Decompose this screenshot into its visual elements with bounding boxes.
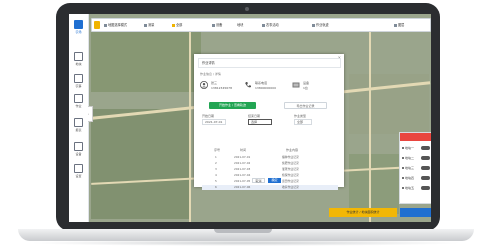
nav-item-device[interactable]: 设备 (69, 142, 88, 156)
map-field (91, 109, 191, 219)
toolbar-item[interactable]: 测量 (144, 19, 154, 31)
cancel-button[interactable]: 取消 (252, 178, 265, 183)
end-date-field[interactable]: 选择 (248, 119, 272, 125)
farm-icon (74, 20, 83, 29)
legend-panel: 地块一 地块二 地块三 地块四 地块五 (399, 132, 431, 204)
webcam (245, 7, 249, 11)
info-card-device: 设备 1台 (292, 80, 332, 94)
legend-row[interactable]: 地块四 (402, 175, 431, 181)
nav-item-work[interactable]: 作业 (69, 94, 88, 108)
toggle-switch[interactable] (421, 156, 430, 160)
bullet-icon (402, 147, 404, 149)
confirm-button[interactable]: 确定 (268, 178, 281, 183)
work-detail-modal: × 作业详情 作业信息 / 详情 张三 13812345678 联系电话 138… (194, 54, 344, 190)
farming-icon (74, 74, 83, 83)
app-logo (94, 21, 100, 29)
start-date-field[interactable]: 2021-07-01 (202, 119, 226, 125)
legend-row[interactable]: 地块二 (402, 155, 431, 161)
toolbar-item[interactable]: 作业轨迹 (312, 19, 329, 31)
device-icon (74, 142, 83, 151)
bullet-icon (402, 167, 404, 169)
legend-row[interactable]: 地块五 (402, 185, 431, 191)
nav-item-report[interactable]: 报表 (69, 118, 88, 132)
work-icon (74, 94, 83, 103)
modal-title: 作业详情 (198, 58, 341, 68)
legend-row[interactable]: 地块一 (402, 145, 431, 151)
device-icon (212, 23, 215, 27)
info-card-phone: 联系电话 13800000000 (244, 80, 284, 94)
export-button[interactable]: 导出作业记录 (284, 102, 327, 109)
bullet-icon (402, 187, 404, 189)
type-select[interactable]: 全部 (294, 119, 312, 125)
plot-icon (74, 52, 83, 61)
info-card-user: 张三 13812345678 (200, 80, 240, 94)
legend-row[interactable]: 地块三 (402, 165, 431, 171)
modal-subtitle: 作业信息 / 详情 (200, 72, 221, 76)
table-row[interactable]: 3 2021-07-03 灌溉作业记录 (202, 167, 338, 172)
table-row[interactable]: 2 2021-07-02 施肥作业记录 (202, 161, 338, 166)
nav-item-settings[interactable]: 设置 (69, 164, 88, 178)
activity-icon (262, 23, 265, 27)
map-road (369, 32, 371, 222)
toggle-switch[interactable] (421, 176, 430, 180)
sidebar-nav: 农场 地块 农事 作业 报表 设备 设置 (69, 14, 89, 222)
settings-icon (74, 164, 83, 173)
toolbar-item[interactable]: 农事活动 (262, 19, 279, 31)
pin-icon (172, 23, 175, 27)
field-label: 结束日期 (248, 114, 261, 118)
nav-item-farming[interactable]: 农事 (69, 74, 88, 88)
report-icon (74, 118, 83, 127)
toggle-switch[interactable] (421, 166, 430, 170)
toggle-switch[interactable] (421, 146, 430, 150)
table-row[interactable]: 1 2021-07-01 播种作业记录 (202, 155, 338, 160)
table-header: 序号 (214, 148, 221, 152)
start-work-button[interactable]: 开始作业 / 查看轨迹 (209, 102, 256, 109)
phone-icon (245, 82, 251, 88)
toggle-switch[interactable] (421, 186, 430, 190)
user-icon (200, 81, 208, 89)
bullet-icon (402, 157, 404, 159)
layers-icon (394, 23, 397, 27)
toolbar-item[interactable]: 地图选择模式 (104, 19, 127, 31)
ruler-icon (144, 23, 147, 27)
toolbar-item[interactable]: 地块 (237, 19, 243, 31)
nav-item-plot[interactable]: 地块 (69, 52, 88, 66)
statistics-toggle-button[interactable] (400, 208, 431, 217)
nav-item-farm[interactable]: 农场 (69, 20, 88, 34)
toolbar-item[interactable]: 设备 (212, 19, 222, 31)
table-header: 时间 (240, 148, 247, 152)
track-icon (312, 23, 315, 27)
legend-panel-header (400, 133, 431, 141)
map-icon (104, 23, 107, 27)
toolbar-item[interactable]: 全部 (172, 19, 182, 31)
map-field (349, 154, 399, 214)
table-row[interactable]: 6 2021-07-06 收获作业记录 (202, 185, 338, 190)
device-icon (292, 82, 300, 88)
app-screen: 农场 地块 农事 作业 报表 设备 设置 ‹ 地图选择模式 测量 全部 设备 地… (69, 14, 431, 222)
bullet-icon (402, 177, 404, 179)
map-road (189, 32, 191, 222)
table-header: 作业内容 (286, 148, 299, 152)
map-field (91, 32, 201, 92)
laptop-notch (214, 229, 272, 233)
statistics-bar[interactable]: 作业统计 / 地块面积统计 (329, 208, 397, 217)
toolbar-item[interactable]: 图层 (394, 19, 404, 31)
field-label: 作业类型 (294, 114, 307, 118)
sidebar-collapse-button[interactable]: ‹ (88, 106, 93, 122)
top-toolbar: 地图选择模式 测量 全部 设备 地块 农事活动 作业轨迹 图层 (91, 18, 431, 32)
field-label: 开始日期 (202, 114, 215, 118)
